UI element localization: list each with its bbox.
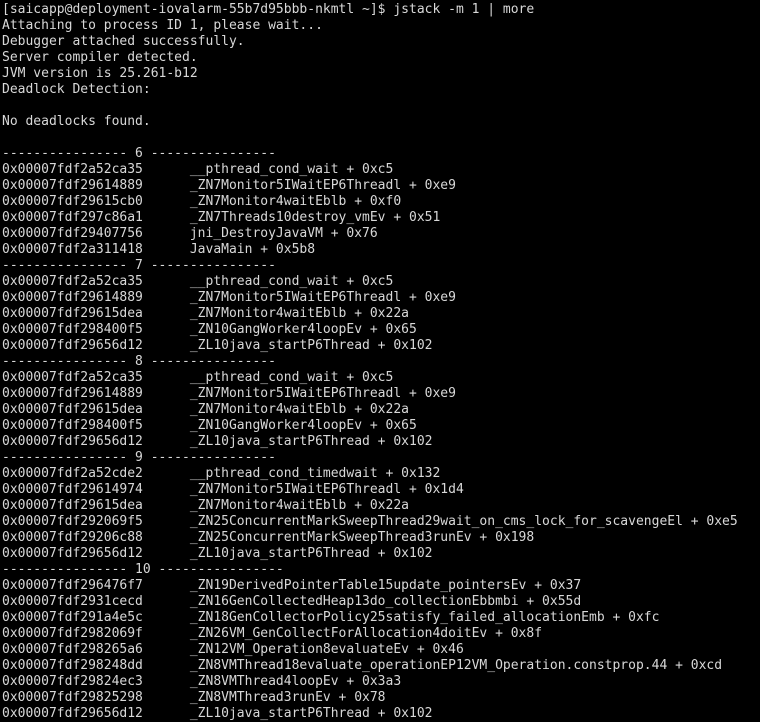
output-line: Debugger attached successfully. — [2, 34, 245, 49]
stack-frame-line: 0x00007fdf29614889 _ZN7Monitor5IWaitEP6T… — [2, 178, 456, 193]
thread-separator-line: ---------------- 9 ---------------- — [2, 450, 276, 465]
stack-frame-line: 0x00007fdf2a52ca35 __pthread_cond_wait +… — [2, 274, 394, 289]
stack-frame-line: 0x00007fdf2a52ca35 __pthread_cond_wait +… — [2, 370, 394, 385]
stack-frame-line: 0x00007fdf29615cb0 _ZN7Monitor4waitEblb … — [2, 194, 402, 209]
thread-separator-line: ---------------- 8 ---------------- — [2, 354, 276, 369]
stack-frame-line: 0x00007fdf298248dd _ZN8VMThread18evaluat… — [2, 658, 723, 673]
stack-frame-line: 0x00007fdf298400f5 _ZN10GangWorker4loopE… — [2, 322, 417, 337]
stack-frame-line: 0x00007fdf29656d12 _ZL10java_startP6Thre… — [2, 706, 433, 721]
stack-frame-line: 0x00007fdf2a52ca35 __pthread_cond_wait +… — [2, 162, 394, 177]
stack-frame-line: 0x00007fdf29656d12 _ZL10java_startP6Thre… — [2, 434, 433, 449]
stack-frame-line: 0x00007fdf298265a6 _ZN12VM_Operation8eva… — [2, 642, 464, 657]
output-line: No deadlocks found. — [2, 114, 151, 129]
stack-frame-line: 0x00007fdf29614974 _ZN7Monitor5IWaitEP6T… — [2, 482, 464, 497]
stack-frame-line: 0x00007fdf2a52cde2 __pthread_cond_timedw… — [2, 466, 441, 481]
stack-frame-line: 0x00007fdf296476f7 _ZN19DerivedPointerTa… — [2, 578, 582, 593]
thread-separator-line: ---------------- 10 ---------------- — [2, 562, 284, 577]
stack-frame-line: 0x00007fdf291a4e5c _ZN18GenCollectorPoli… — [2, 610, 660, 625]
stack-frame-line: 0x00007fdf29615dea _ZN7Monitor4waitEblb … — [2, 402, 409, 417]
output-line: JVM version is 25.261-b12 — [2, 66, 198, 81]
stack-frame-line: 0x00007fdf29206c88 _ZN25ConcurrentMarkSw… — [2, 530, 535, 545]
terminal-window[interactable]: [saicapp@deployment-iovalarm-55b7d95bbb-… — [0, 0, 760, 722]
output-line: Server compiler detected. — [2, 50, 198, 65]
prompt-command-line: [saicapp@deployment-iovalarm-55b7d95bbb-… — [2, 2, 535, 17]
output-line: Deadlock Detection: — [2, 82, 151, 97]
stack-frame-line: 0x00007fdf29825298 _ZN8VMThread3runEv + … — [2, 690, 386, 705]
stack-frame-line: 0x00007fdf29407756 jni_DestroyJavaVM + 0… — [2, 226, 378, 241]
stack-frame-line: 0x00007fdf29656d12 _ZL10java_startP6Thre… — [2, 338, 433, 353]
terminal-screen: [saicapp@deployment-iovalarm-55b7d95bbb-… — [2, 2, 760, 722]
stack-frame-line: 0x00007fdf29615dea _ZN7Monitor4waitEblb … — [2, 498, 409, 513]
stack-frame-line: 0x00007fdf29614889 _ZN7Monitor5IWaitEP6T… — [2, 290, 456, 305]
stack-frame-line: 0x00007fdf297c86a1 _ZN7Threads10destroy_… — [2, 210, 441, 225]
stack-frame-line: 0x00007fdf2a311418 JavaMain + 0x5b8 — [2, 242, 316, 257]
stack-frame-line: 0x00007fdf29824ec3 _ZN8VMThread4loopEv +… — [2, 674, 402, 689]
stack-frame-line: 0x00007fdf29614889 _ZN7Monitor5IWaitEP6T… — [2, 386, 456, 401]
stack-frame-line: 0x00007fdf292069f5 _ZN25ConcurrentMarkSw… — [2, 514, 738, 529]
thread-separator-line: ---------------- 7 ---------------- — [2, 258, 276, 273]
stack-frame-line: 0x00007fdf298400f5 _ZN10GangWorker4loopE… — [2, 418, 417, 433]
stack-frame-line: 0x00007fdf2982069f _ZN26VM_GenCollectFor… — [2, 626, 543, 641]
stack-frame-line: 0x00007fdf2931cecd _ZN16GenCollectedHeap… — [2, 594, 582, 609]
stack-frame-line: 0x00007fdf29656d12 _ZL10java_startP6Thre… — [2, 546, 433, 561]
output-line: Attaching to process ID 1, please wait..… — [2, 18, 323, 33]
stack-frame-line: 0x00007fdf29615dea _ZN7Monitor4waitEblb … — [2, 306, 409, 321]
thread-separator-line: ---------------- 6 ---------------- — [2, 146, 276, 161]
